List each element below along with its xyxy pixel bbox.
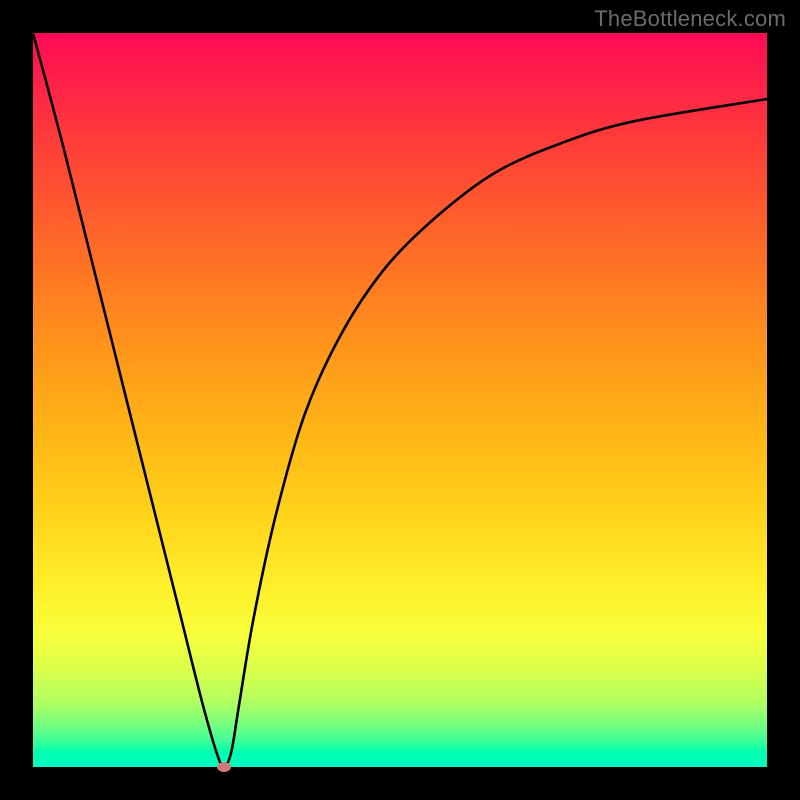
watermark-label: TheBottleneck.com	[594, 6, 786, 32]
chart-frame: TheBottleneck.com	[0, 0, 800, 800]
plot-area	[33, 33, 767, 767]
minimum-marker-icon	[217, 762, 231, 772]
bottleneck-curve	[33, 33, 767, 767]
